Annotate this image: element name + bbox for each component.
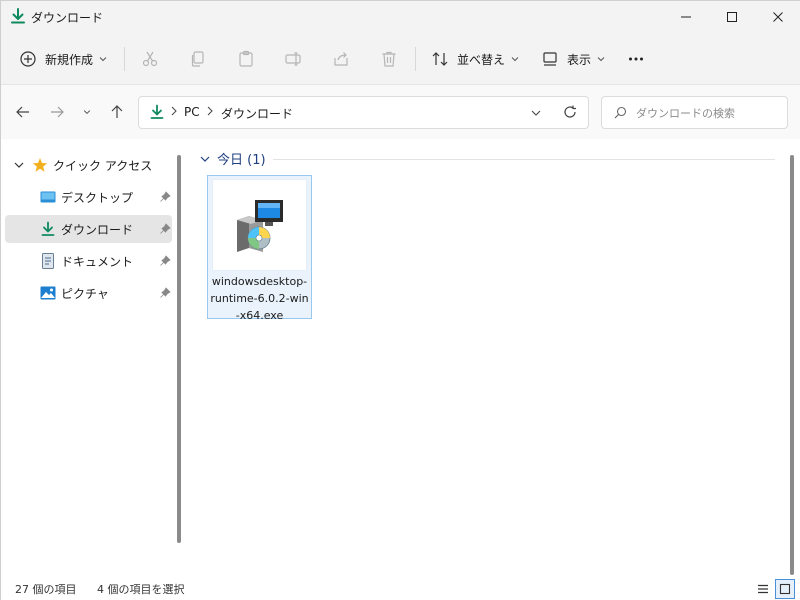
selected-count: 4 個の項目を選択 bbox=[97, 583, 185, 596]
chevron-right-icon bbox=[171, 106, 177, 116]
sidebar-item-pictures[interactable]: ピクチャ bbox=[5, 279, 172, 307]
forward-button[interactable] bbox=[44, 99, 70, 125]
sort-button-label: 並べ替え bbox=[457, 52, 506, 67]
download-icon bbox=[41, 221, 55, 236]
arrow-up-icon bbox=[111, 105, 123, 118]
paste-icon bbox=[239, 50, 253, 67]
chevron-right-icon bbox=[207, 106, 213, 116]
chevron-down-icon[interactable] bbox=[13, 159, 25, 171]
search-icon bbox=[614, 106, 627, 119]
sidebar-item-label: クイック アクセス bbox=[53, 159, 153, 173]
sidebar-item-documents[interactable]: ドキュメント bbox=[5, 247, 172, 275]
view-icon bbox=[543, 52, 557, 66]
chevron-down-icon bbox=[99, 57, 107, 62]
sidebar-item-label: ピクチャ bbox=[61, 287, 109, 301]
paste-button[interactable] bbox=[237, 43, 255, 75]
navigation-pane: クイック アクセス デスクトップ ダウンロード ドキュメント ピクチャ bbox=[1, 139, 187, 577]
pin-icon[interactable] bbox=[159, 287, 171, 299]
refresh-icon[interactable] bbox=[563, 105, 577, 119]
delete-icon bbox=[382, 51, 396, 67]
chevron-down-icon bbox=[597, 57, 605, 62]
details-view-icon bbox=[758, 584, 768, 594]
command-bar: 新規作成 並べ替え 表示 bbox=[1, 33, 800, 85]
pin-icon[interactable] bbox=[159, 223, 171, 235]
tiles-view-button[interactable] bbox=[775, 579, 795, 599]
minimize-icon bbox=[681, 16, 691, 18]
sidebar-item-downloads[interactable]: ダウンロード bbox=[5, 215, 172, 243]
desktop-icon bbox=[40, 191, 56, 203]
star-icon bbox=[32, 158, 48, 172]
sidebar-item-label: ドキュメント bbox=[61, 255, 134, 269]
maximize-button[interactable] bbox=[709, 1, 755, 33]
file-list: 今日 (1) windowsdesktop-runtime-6.0.2-win-… bbox=[187, 139, 800, 577]
content-scrollbar[interactable] bbox=[790, 155, 794, 575]
cut-icon bbox=[142, 51, 158, 67]
pictures-icon bbox=[40, 286, 56, 300]
address-bar[interactable]: PC ダウンロード bbox=[138, 96, 589, 129]
close-icon bbox=[773, 12, 783, 22]
search-input[interactable] bbox=[636, 103, 781, 123]
group-header-label: 今日 (1) bbox=[217, 153, 266, 168]
file-name: windowsdesktop-runtime-6.0.2-win-x64.exe bbox=[210, 275, 309, 322]
back-button[interactable] bbox=[10, 99, 36, 125]
minimize-button[interactable] bbox=[663, 1, 709, 33]
sidebar-item-label: デスクトップ bbox=[61, 191, 134, 205]
copy-icon bbox=[191, 51, 204, 67]
rename-icon bbox=[285, 52, 301, 66]
pin-icon[interactable] bbox=[159, 255, 171, 267]
add-circle-icon bbox=[20, 51, 36, 67]
sort-button[interactable]: 並べ替え bbox=[431, 43, 519, 75]
sidebar-item-label: ダウンロード bbox=[61, 223, 134, 237]
download-icon bbox=[150, 104, 164, 119]
search-box[interactable] bbox=[601, 96, 788, 129]
new-button-label: 新規作成 bbox=[45, 52, 94, 67]
sidebar-scrollbar[interactable] bbox=[177, 155, 181, 543]
view-button[interactable]: 表示 bbox=[541, 43, 605, 75]
status-bar: 27 個の項目 4 個の項目を選択 bbox=[1, 577, 800, 600]
group-header-today[interactable]: 今日 (1) bbox=[199, 149, 266, 168]
arrow-right-icon bbox=[51, 106, 64, 118]
view-button-label: 表示 bbox=[567, 52, 592, 67]
sidebar-item-quick-access[interactable]: クイック アクセス bbox=[5, 151, 172, 179]
sidebar-item-desktop[interactable]: デスクトップ bbox=[5, 183, 172, 211]
share-button[interactable] bbox=[332, 43, 350, 75]
copy-button[interactable] bbox=[189, 43, 207, 75]
breadcrumb-pc[interactable]: PC bbox=[184, 105, 200, 119]
maximize-icon bbox=[727, 12, 737, 22]
more-icon bbox=[629, 57, 643, 61]
cut-button[interactable] bbox=[141, 43, 159, 75]
file-explorer-window: ダウンロード 新規作成 並べ替え 表示 PC ダウンロード ダウンロードの検索 … bbox=[0, 0, 800, 600]
item-count: 27 個の項目 bbox=[15, 583, 77, 596]
arrow-left-icon bbox=[16, 106, 29, 118]
chevron-down-icon bbox=[200, 156, 210, 162]
up-button[interactable] bbox=[104, 99, 130, 125]
group-divider bbox=[273, 159, 775, 160]
toolbar-divider bbox=[124, 47, 125, 71]
rename-button[interactable] bbox=[284, 43, 302, 75]
chevron-down-icon bbox=[83, 110, 91, 115]
title-bar[interactable]: ダウンロード bbox=[1, 1, 800, 33]
toolbar-divider bbox=[415, 47, 416, 71]
new-button[interactable]: 新規作成 bbox=[19, 43, 107, 75]
window-title: ダウンロード bbox=[31, 11, 104, 25]
chevron-down-icon[interactable] bbox=[530, 107, 542, 119]
navigation-bar: PC ダウンロード bbox=[1, 85, 800, 139]
close-button[interactable] bbox=[755, 1, 800, 33]
document-icon bbox=[42, 253, 54, 269]
sort-icon bbox=[432, 52, 448, 66]
pin-icon[interactable] bbox=[159, 191, 171, 203]
file-item[interactable]: windowsdesktop-runtime-6.0.2-win-x64.exe bbox=[207, 175, 312, 322]
tiles-view-icon bbox=[779, 583, 791, 595]
download-icon bbox=[11, 8, 25, 24]
installer-icon bbox=[237, 200, 283, 252]
details-view-button[interactable] bbox=[753, 579, 773, 599]
recent-locations-button[interactable] bbox=[78, 99, 96, 125]
file-thumbnail bbox=[212, 179, 307, 271]
chevron-down-icon bbox=[511, 57, 519, 62]
delete-button[interactable] bbox=[380, 43, 398, 75]
share-icon bbox=[334, 52, 348, 66]
more-button[interactable] bbox=[627, 43, 645, 75]
breadcrumb-downloads[interactable]: ダウンロード bbox=[221, 105, 293, 122]
